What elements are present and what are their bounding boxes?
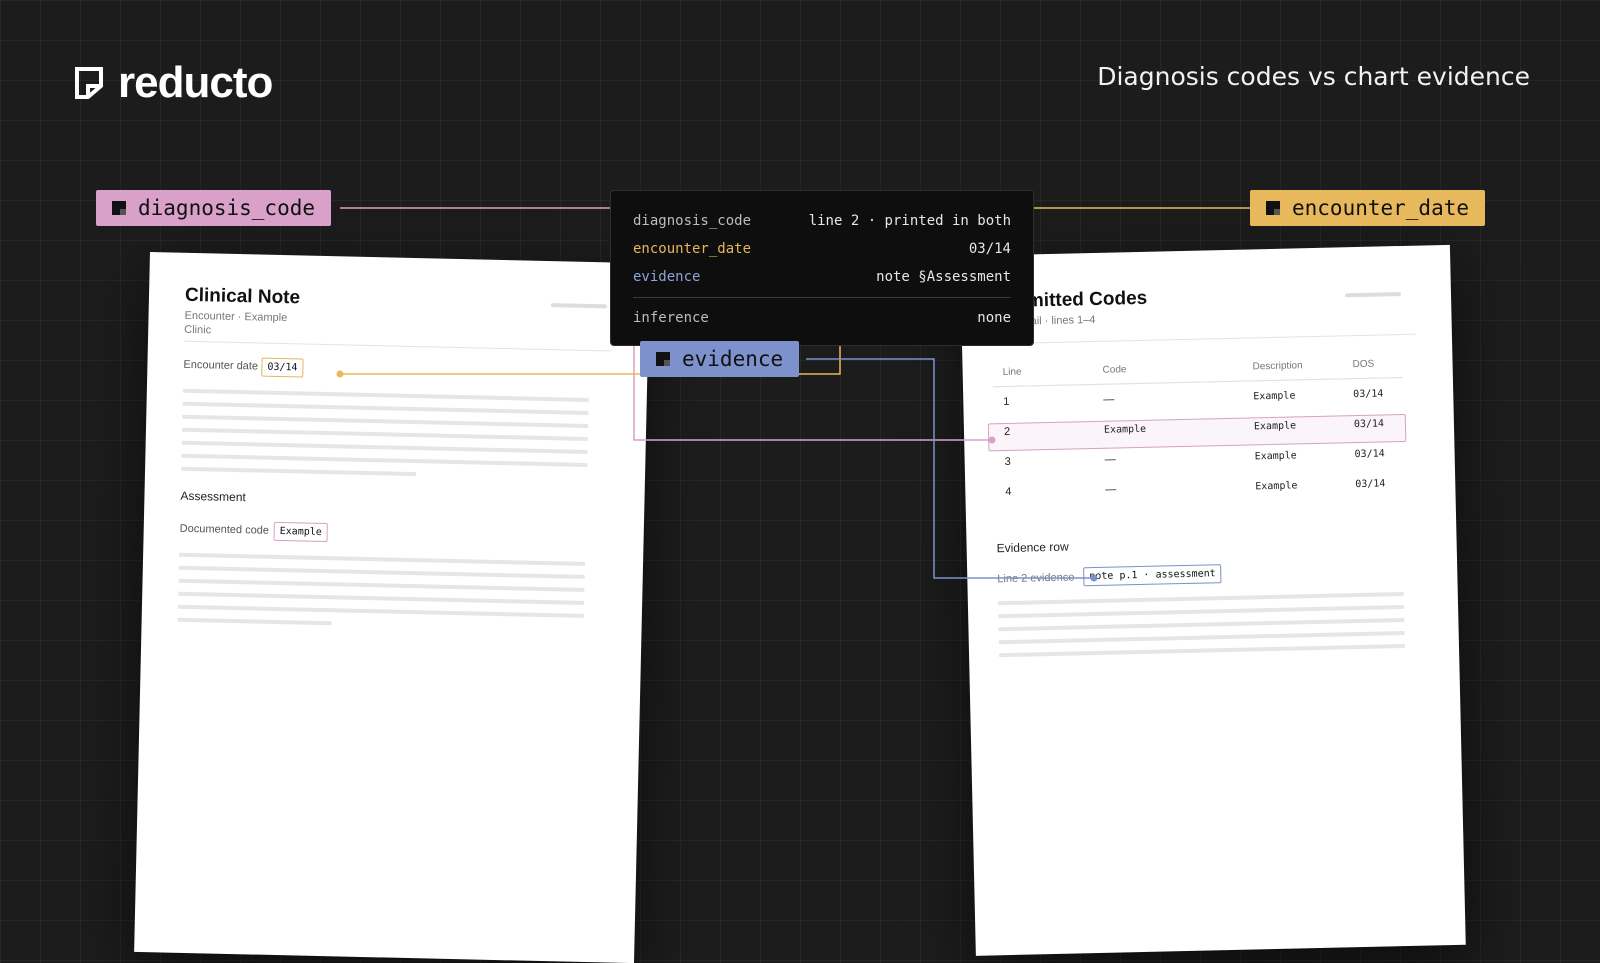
panel-row-diagnosis-code: diagnosis_code line 2 · printed in both (633, 207, 1011, 235)
tag-label: encounter_date (1292, 196, 1470, 220)
evidence-connector (806, 358, 1094, 579)
connector-lines (336, 207, 1250, 582)
panel-key: encounter_date (633, 241, 752, 257)
panel-value: note §Assessment (876, 269, 1011, 285)
field-square-icon (1266, 201, 1280, 215)
panel-row-evidence: evidence note §Assessment (633, 263, 1011, 291)
tag-label: evidence (682, 347, 784, 371)
panel-key: diagnosis_code (633, 213, 752, 229)
panel-key: inference (633, 310, 709, 326)
tag-label: diagnosis_code (138, 196, 316, 220)
evidence-connector-dot (1090, 574, 1098, 582)
field-square-icon (112, 201, 126, 215)
panel-value: none (977, 310, 1011, 326)
extraction-summary-panel: diagnosis_code line 2 · printed in both … (610, 190, 1034, 346)
diagnosis-code-connector-dot (988, 436, 996, 444)
diagnosis-code-tag[interactable]: diagnosis_code (96, 190, 332, 226)
field-square-icon (656, 352, 670, 366)
panel-value: 03/14 (968, 241, 1011, 257)
panel-row-encounter-date: encounter_date 03/14 (633, 235, 1011, 263)
encounter-date-connector-dot (336, 370, 344, 378)
encounter-date-tag[interactable]: encounter_date (1250, 190, 1486, 226)
evidence-tag[interactable]: evidence (640, 341, 800, 377)
panel-divider (633, 297, 1011, 298)
panel-row-inference: inference none (633, 304, 1011, 332)
panel-key: evidence (633, 269, 701, 285)
panel-value: line 2 · printed in both (808, 213, 1011, 229)
